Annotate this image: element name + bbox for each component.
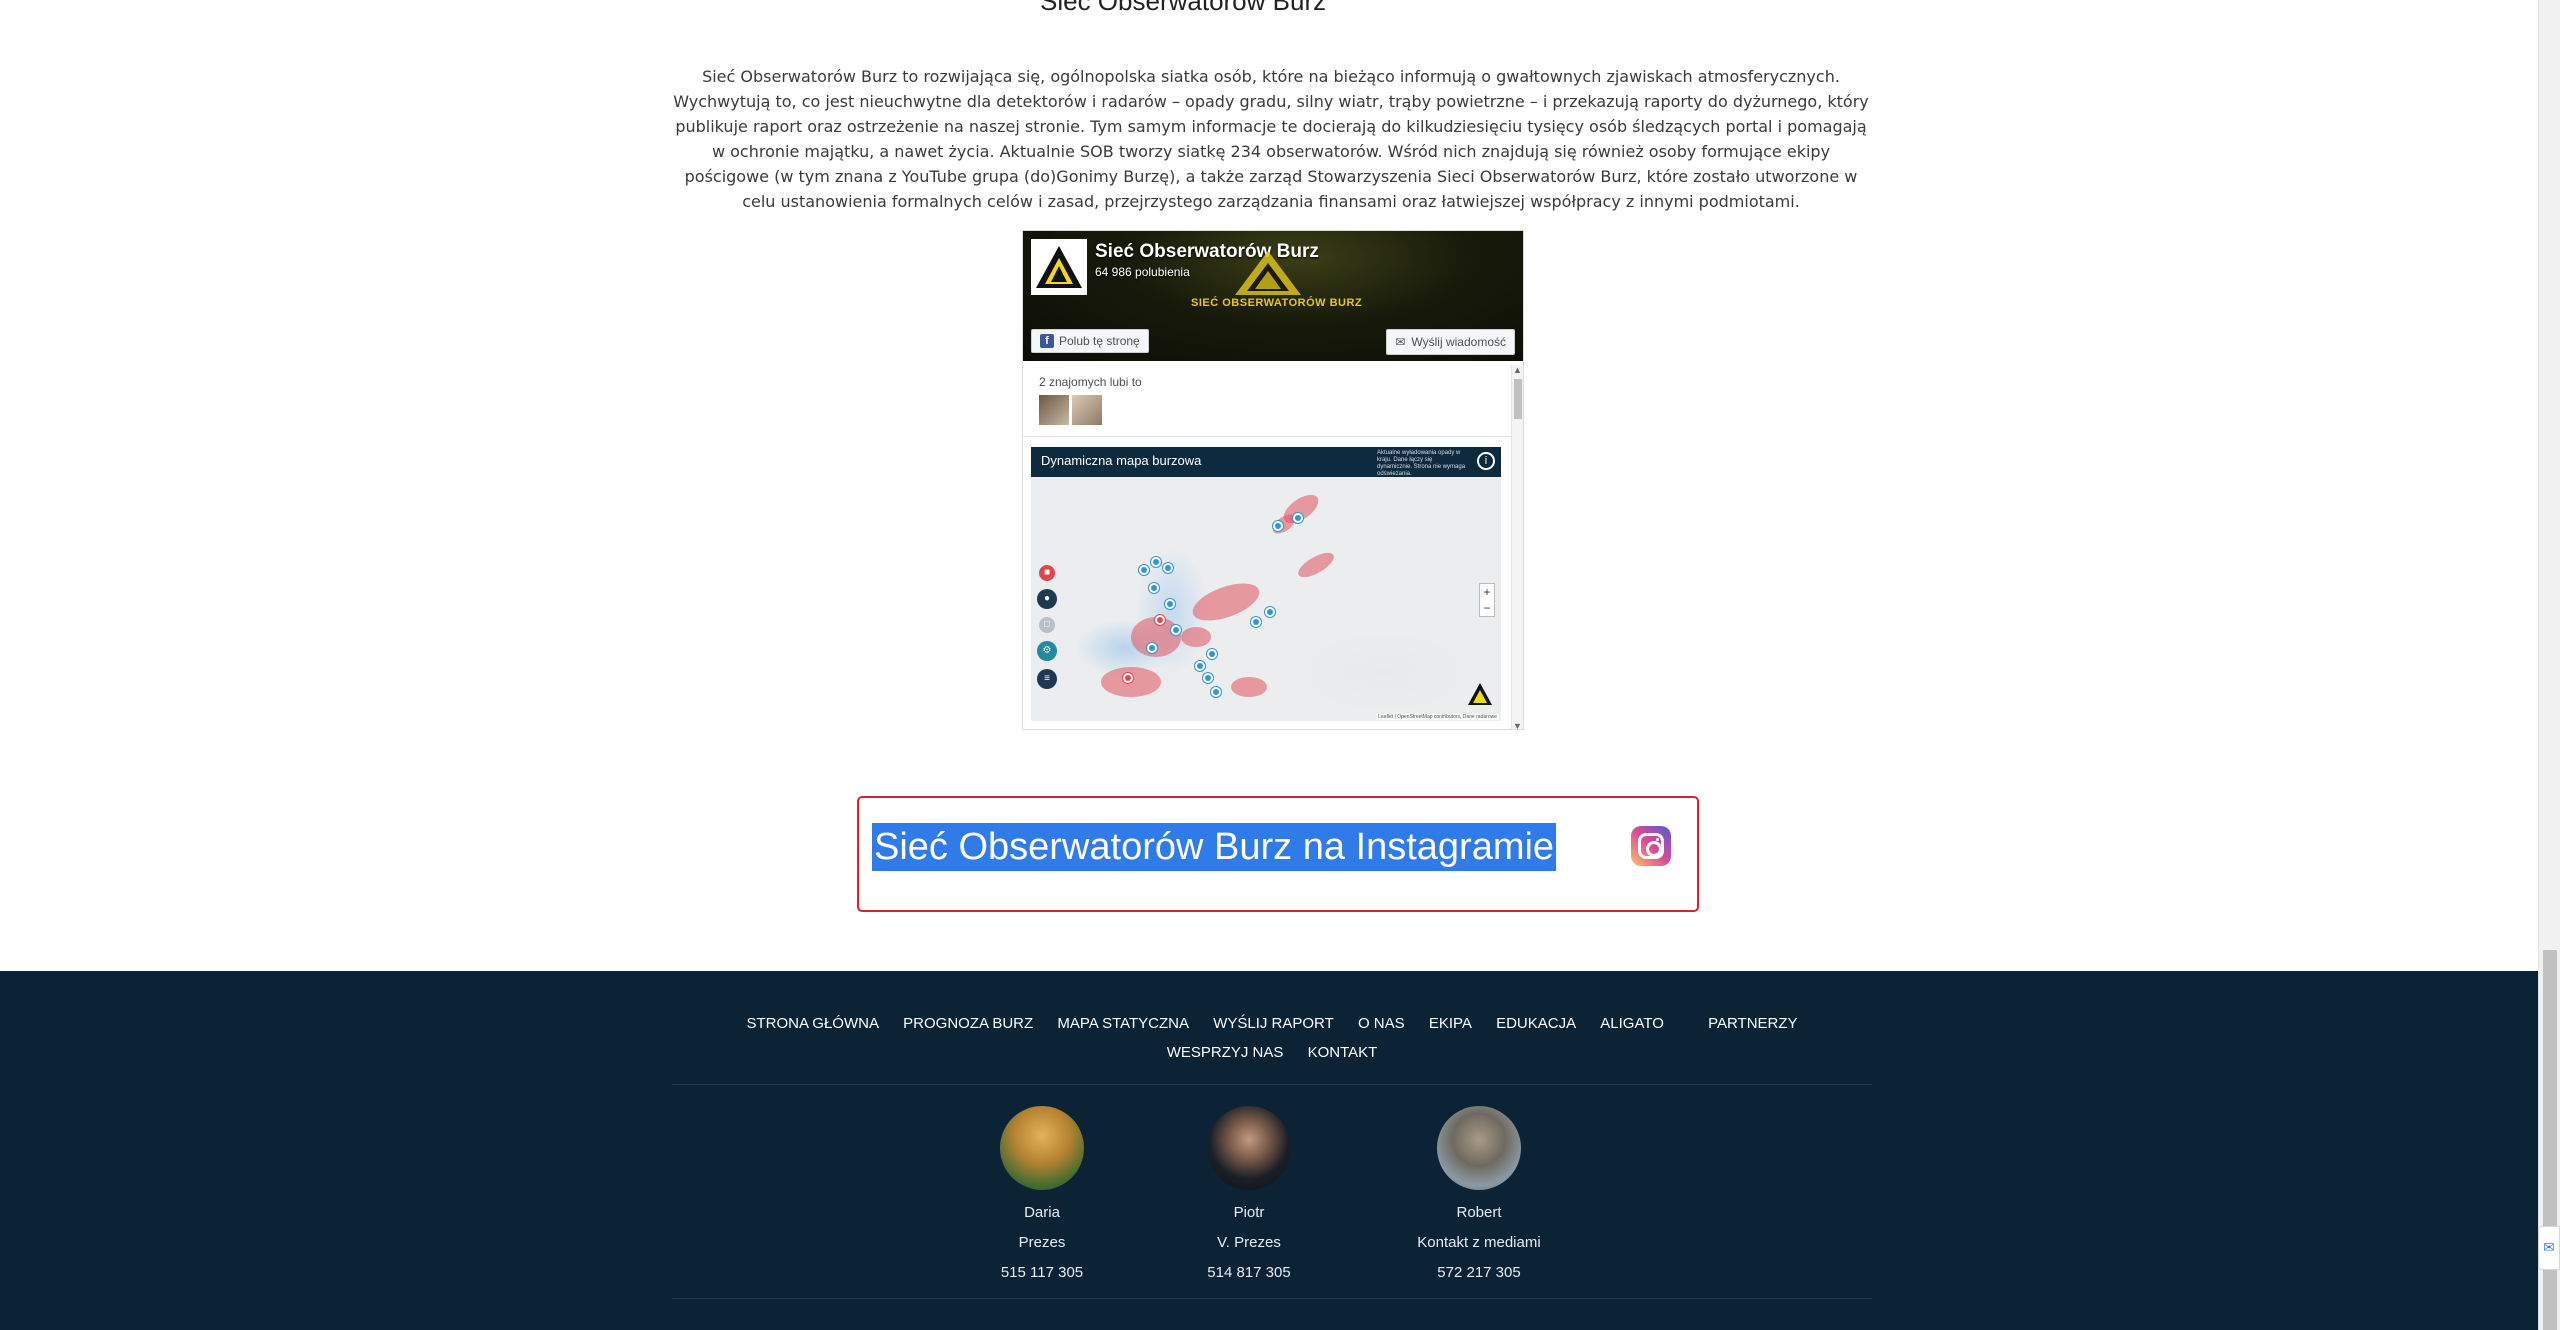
storm-map-post[interactable]: Dynamiczna mapa burzowa Aktualne wyładow…: [1031, 447, 1501, 721]
info-icon[interactable]: i: [1477, 452, 1495, 470]
chat-widget-icon[interactable]: ✉: [2538, 1226, 2560, 1270]
contact-name: Piotr: [1233, 1204, 1265, 1221]
page: Sieć Obserwatorów Burz Sieć Obserwatorów…: [0, 0, 2560, 1330]
friend-avatar[interactable]: [1072, 395, 1102, 425]
contact-phone[interactable]: 514 817 305: [1149, 1258, 1349, 1288]
map-attribution[interactable]: Leaflet | OpenStreetMap contributors, Da…: [1376, 714, 1499, 720]
map-zoom-control[interactable]: + −: [1479, 583, 1495, 617]
intro-paragraph: Sieć Obserwatorów Burz to rozwijająca si…: [673, 67, 1869, 211]
messenger-icon: ✉: [1395, 335, 1406, 349]
map-canvas[interactable]: [1031, 477, 1501, 721]
facebook-feed[interactable]: 2 znajomych lubi to Dynamiczna mapa burz…: [1023, 365, 1513, 729]
location-pin-icon[interactable]: ●: [1037, 589, 1057, 609]
footer-divider: [672, 1298, 1872, 1299]
scrollbar-thumb[interactable]: [1514, 379, 1522, 419]
sob-logo[interactable]: [1031, 239, 1087, 295]
menu-icon[interactable]: ≡: [1037, 669, 1057, 689]
facebook-scrollbar[interactable]: ▲ ▼: [1511, 365, 1523, 729]
facebook-cover: Sieć Obserwatorów Burz 64 986 polubienia…: [1023, 231, 1523, 361]
facebook-page-embed[interactable]: Sieć Obserwatorów Burz 64 986 polubienia…: [1022, 230, 1524, 730]
map-controls: ■ ● □ ⚙ ≡: [1037, 565, 1057, 689]
friends-like-text: 2 znajomych lubi to: [1039, 375, 1142, 389]
facebook-like-label: Polub tę stronę: [1059, 334, 1140, 348]
facebook-icon: f: [1040, 334, 1054, 348]
footer-link-send-report[interactable]: WYŚLIJ RAPORT: [1213, 1015, 1334, 1032]
footer-link-contact[interactable]: KONTAKT: [1308, 1044, 1378, 1061]
contact-card: Robert Kontakt z mediami 572 217 305: [1379, 1106, 1579, 1288]
contact-phone[interactable]: 515 117 305: [942, 1258, 1142, 1288]
footer-link-support[interactable]: WESPRZYJ NAS: [1167, 1044, 1284, 1061]
settings-icon[interactable]: ⚙: [1037, 641, 1057, 661]
contact-card: Piotr V. Prezes 514 817 305: [1149, 1106, 1349, 1288]
facebook-like-count: 64 986 polubienia: [1095, 265, 1190, 279]
avatar: [1000, 1106, 1084, 1190]
avatar: [1207, 1106, 1291, 1190]
zoom-out-icon[interactable]: −: [1480, 600, 1494, 616]
footer: STRONA GŁÓWNA PROGNOZA BURZ MAPA STATYCZ…: [0, 971, 2538, 1330]
contact-role: Prezes: [1018, 1234, 1066, 1251]
scroll-down-icon[interactable]: ▼: [1513, 721, 1522, 729]
footer-nav: STRONA GŁÓWNA PROGNOZA BURZ MAPA STATYCZ…: [670, 1009, 1874, 1067]
contact-name: Daria: [1024, 1204, 1060, 1221]
page-scrollbar-thumb[interactable]: [2543, 950, 2557, 1330]
footer-divider: [672, 1084, 1872, 1085]
map-info-text: Aktualne wyładowania opady w kraju. Dane…: [1377, 450, 1466, 477]
friend-avatar[interactable]: [1039, 395, 1069, 425]
page-scrollbar[interactable]: [2538, 0, 2560, 1330]
cover-logo-icon: [1233, 249, 1303, 302]
contact-role: Kontakt z mediami: [1417, 1234, 1541, 1251]
contact-phone[interactable]: 572 217 305: [1379, 1258, 1579, 1288]
warning-triangle-icon: [1036, 246, 1082, 288]
footer-link-partners[interactable]: PARTNERZY: [1708, 1015, 1797, 1032]
contact-name: Robert: [1456, 1204, 1502, 1221]
section-heading: Sieć Obserwatorów Burz: [1040, 0, 1327, 16]
footer-link-aligato[interactable]: ALIGATO: [1600, 1015, 1664, 1032]
footer-link-static-map[interactable]: MAPA STATYCZNA: [1057, 1015, 1189, 1032]
map-title: Dynamiczna mapa burzowa: [1041, 453, 1202, 468]
footer-link-about[interactable]: O NAS: [1358, 1015, 1405, 1032]
footer-link-education[interactable]: EDUKACJA: [1496, 1015, 1576, 1032]
footer-link-forecast[interactable]: PROGNOZA BURZ: [903, 1015, 1033, 1032]
scroll-up-icon[interactable]: ▲: [1513, 365, 1522, 375]
instagram-icon[interactable]: [1631, 826, 1671, 866]
contact-card: Daria Prezes 515 117 305: [942, 1106, 1142, 1288]
fullscreen-icon[interactable]: □: [1039, 617, 1055, 633]
facebook-message-button[interactable]: ✉ Wyślij wiadomość: [1386, 329, 1515, 355]
map-logo-icon: [1467, 682, 1493, 711]
instagram-link[interactable]: Sieć Obserwatorów Burz na Instagramie: [872, 823, 1557, 871]
footer-link-team[interactable]: EKIPA: [1429, 1015, 1472, 1032]
contact-role: V. Prezes: [1217, 1234, 1281, 1251]
friends-like-section: 2 znajomych lubi to: [1023, 365, 1513, 437]
avatar: [1437, 1106, 1521, 1190]
footer-link-home[interactable]: STRONA GŁÓWNA: [746, 1015, 879, 1032]
cover-brand-text: SIEĆ OBSERWATORÓW BURZ: [1191, 297, 1363, 309]
facebook-like-button[interactable]: f Polub tę stronę: [1031, 329, 1149, 353]
facebook-message-label: Wyślij wiadomość: [1411, 335, 1506, 349]
layers-icon[interactable]: ■: [1039, 565, 1055, 581]
zoom-in-icon[interactable]: +: [1480, 584, 1494, 600]
